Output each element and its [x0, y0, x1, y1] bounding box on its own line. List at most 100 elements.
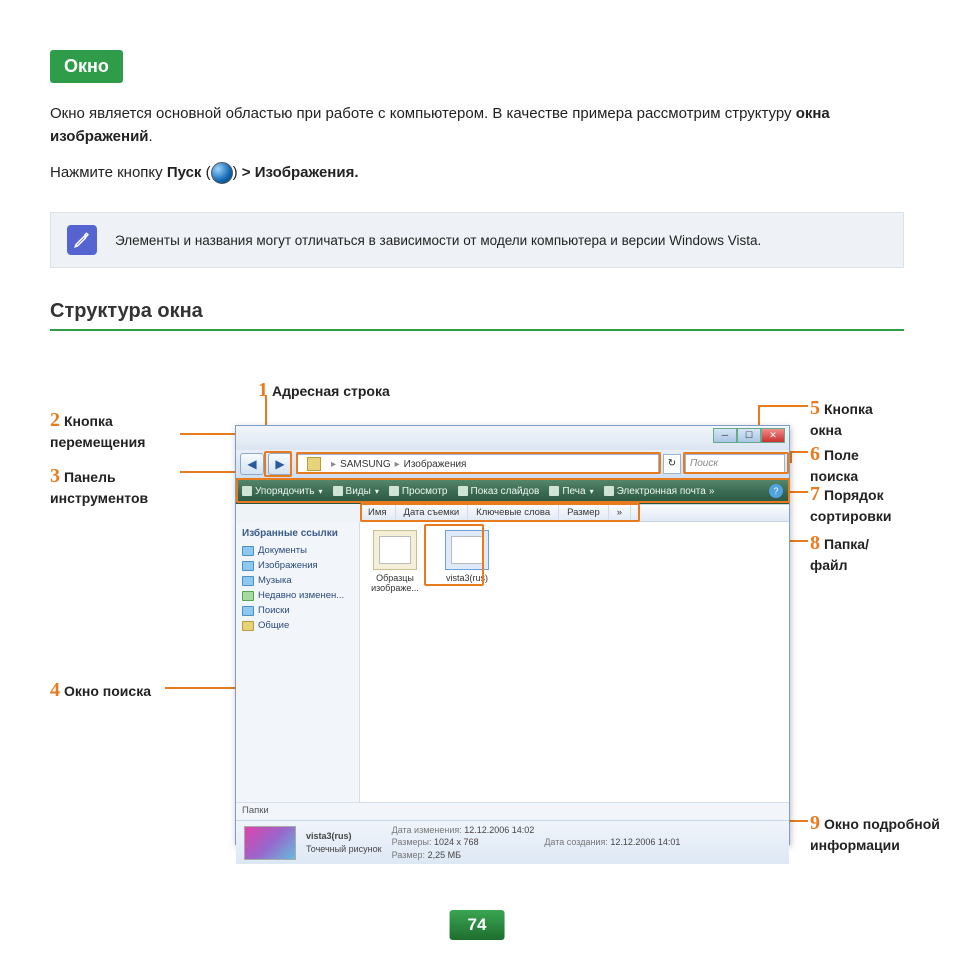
toolbar: Упорядочить▾ Виды▾ Просмотр Показ слайдо… — [236, 478, 789, 504]
press-arrow: > Изображения. — [242, 164, 359, 181]
tb-preview[interactable]: Просмотр — [389, 486, 448, 497]
press-start: Пуск — [167, 164, 202, 181]
intro-text: Окно является основной областью при рабо… — [50, 103, 904, 148]
folder-thumb-icon — [373, 530, 417, 570]
explorer-window: ─ ☐ ✕ ◀ ▶ ▸ SAMSUNG ▸ Изображения ↻ Поис… — [235, 425, 790, 845]
ann-1: 1Адресная строка — [258, 377, 390, 403]
folder-icon — [307, 457, 321, 471]
col-name[interactable]: Имя — [360, 505, 396, 521]
press-line: Нажмите кнопку Пуск () > Изображения. — [50, 162, 904, 184]
tb-slideshow[interactable]: Показ слайдов — [458, 486, 540, 497]
sidebar-item-recent[interactable]: Недавно изменен... — [242, 588, 353, 603]
ann-7-label: Порядок сортировки — [810, 487, 892, 524]
col-tags[interactable]: Ключевые слова — [468, 505, 559, 521]
file-image[interactable]: vista3(rus) — [440, 530, 494, 583]
intro-before: Окно является основной областью при рабо… — [50, 105, 796, 122]
tb-organize[interactable]: Упорядочить▾ — [242, 486, 323, 497]
note-box: Элементы и названия могут отличаться в з… — [50, 212, 904, 268]
tb-label: Виды — [346, 486, 371, 497]
col-date[interactable]: Дата съемки — [396, 505, 469, 521]
details-thumb — [244, 826, 296, 860]
note-text: Элементы и названия могут отличаться в з… — [115, 233, 761, 248]
connector — [180, 433, 235, 435]
sidebar-label: Изображения — [258, 560, 318, 571]
page-number: 74 — [450, 910, 505, 940]
ann-5: 5Кнопка окна — [810, 395, 904, 439]
search-input[interactable]: Поиск — [685, 454, 785, 474]
lbl: Дата создания: — [544, 837, 608, 847]
maximize-button[interactable]: ☐ — [737, 428, 761, 443]
section-title: Структура окна — [50, 300, 904, 331]
address-bar[interactable]: ▸ SAMSUNG ▸ Изображения — [296, 454, 659, 474]
connector — [790, 451, 792, 463]
ann-3-label: Панель инструментов — [50, 469, 148, 506]
details-col1: vista3(rus) Точечный рисунок — [306, 830, 382, 854]
lbl: Размер: — [392, 850, 425, 860]
forward-button[interactable]: ▶ — [268, 453, 292, 475]
help-icon[interactable]: ? — [769, 484, 783, 498]
file-label: vista3(rus) — [440, 573, 494, 583]
sidebar-label: Поиски — [258, 605, 290, 616]
back-button[interactable]: ◀ — [240, 453, 264, 475]
explorer-body: Избранные ссылки Документы Изображения М… — [236, 522, 789, 802]
details-type: Точечный рисунок — [306, 843, 382, 855]
window-buttons: ─ ☐ ✕ — [713, 428, 785, 443]
sidebar-item-docs[interactable]: Документы — [242, 543, 353, 558]
file-folder[interactable]: Образцы изображе... — [368, 530, 422, 593]
ann-3: 3Панель инструментов — [50, 463, 180, 507]
press-close: ) — [233, 164, 242, 181]
file-pane[interactable]: Образцы изображе... vista3(rus) — [360, 522, 789, 802]
connector — [790, 451, 808, 453]
ann-4-label: Окно поиска — [64, 683, 151, 699]
connector — [180, 471, 235, 473]
start-orb-icon — [211, 162, 233, 184]
sidebar-item-public[interactable]: Общие — [242, 618, 353, 633]
addr-seg2[interactable]: Изображения — [404, 459, 467, 470]
sidebar-label: Общие — [258, 620, 289, 631]
sidebar-label: Музыка — [258, 575, 292, 586]
refresh-button[interactable]: ↻ — [663, 454, 681, 474]
connector — [790, 820, 808, 822]
close-button[interactable]: ✕ — [761, 428, 785, 443]
ann-8: 8Папка/файл — [810, 530, 904, 574]
file-label: Образцы изображе... — [368, 573, 422, 593]
nav-bar: ◀ ▶ ▸ SAMSUNG ▸ Изображения ↻ Поиск — [236, 450, 789, 478]
details-col2: Дата изменения: 12.12.2006 14:02 Размеры… — [392, 824, 535, 860]
ann-4: 4Окно поиска — [50, 677, 151, 703]
ann-6: 6Поле поиска — [810, 441, 904, 485]
ann-9-label: Окно подробной информации — [810, 816, 940, 853]
addr-seg1[interactable]: SAMSUNG — [340, 459, 391, 470]
sidebar-item-search[interactable]: Поиски — [242, 603, 353, 618]
sidebar-item-images[interactable]: Изображения — [242, 558, 353, 573]
column-headers: Имя Дата съемки Ключевые слова Размер » — [360, 504, 789, 522]
connector — [165, 687, 235, 689]
ann-7: 7Порядок сортировки — [810, 481, 930, 525]
tb-views[interactable]: Виды▾ — [333, 486, 379, 497]
titlebar[interactable]: ─ ☐ ✕ — [236, 426, 789, 450]
ann-9: 9Окно подробной информации — [810, 810, 950, 854]
minimize-button[interactable]: ─ — [713, 428, 737, 443]
sidebar-label: Недавно изменен... — [258, 590, 344, 601]
val: 12.12.2006 14:02 — [464, 825, 534, 835]
tb-label: Показ слайдов — [471, 486, 540, 497]
sidebar-item-music[interactable]: Музыка — [242, 573, 353, 588]
ann-2: 2Кнопка перемещения — [50, 407, 180, 451]
ann-1-label: Адресная строка — [272, 383, 390, 399]
col-size[interactable]: Размер — [559, 505, 609, 521]
tb-label: Печа — [562, 486, 585, 497]
section-tag: Окно — [50, 50, 123, 83]
details-col3: Дата создания: 12.12.2006 14:01 — [544, 836, 680, 848]
folders-toggle[interactable]: Папки — [236, 802, 789, 820]
tb-email[interactable]: Электронная почта» — [604, 486, 715, 497]
val: 12.12.2006 14:01 — [610, 837, 680, 847]
press-prefix: Нажмите кнопку — [50, 164, 167, 181]
intro-period: . — [149, 128, 153, 145]
tb-label: Электронная почта — [617, 486, 706, 497]
ann-2-label: Кнопка перемещения — [50, 413, 145, 450]
sidebar-header: Избранные ссылки — [242, 528, 353, 539]
tb-print[interactable]: Печа▾ — [549, 486, 593, 497]
lbl: Размеры: — [392, 837, 432, 847]
val: 1024 x 768 — [434, 837, 479, 847]
sidebar-label: Документы — [258, 545, 307, 556]
col-more[interactable]: » — [609, 505, 631, 521]
